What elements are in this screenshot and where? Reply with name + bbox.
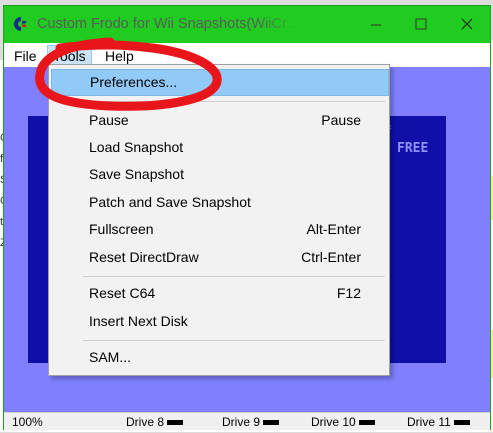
menu-item-shortcut: Pause xyxy=(321,112,361,128)
drive-led-icon xyxy=(167,420,184,426)
menu-help[interactable]: Help xyxy=(100,46,139,66)
commodore-logo-icon xyxy=(14,17,27,31)
menu-item-reset-c64[interactable]: Reset C64 F12 xyxy=(51,281,387,306)
menu-item-label: Save Snapshot xyxy=(89,166,184,182)
menu-item-label: Reset C64 xyxy=(89,285,156,301)
tools-dropdown-menu: Preferences... Pause Pause Load Snapshot… xyxy=(48,64,390,376)
menu-item-shortcut: F12 xyxy=(336,285,361,301)
drive-led-icon xyxy=(358,420,375,426)
close-button[interactable] xyxy=(444,6,490,43)
menu-item-label: Insert Next Disk xyxy=(89,313,188,329)
drive-9-status: Drive 9 xyxy=(222,415,280,429)
drive-led-icon xyxy=(453,420,470,426)
menu-item-sam[interactable]: SAM... xyxy=(51,345,387,370)
menu-item-pause[interactable]: Pause Pause xyxy=(51,108,387,133)
menu-item-load-snapshot[interactable]: Load Snapshot xyxy=(51,135,387,160)
menu-item-label: SAM... xyxy=(89,349,132,365)
status-bar: 100% Drive 8 Drive 9 Drive 10 Drive 11 xyxy=(4,412,490,430)
close-icon xyxy=(461,18,473,30)
drive-9-label: Drive 9 xyxy=(222,415,261,429)
menu-item-label: Patch and Save Snapshot xyxy=(89,194,251,210)
drive-10-status: Drive 10 xyxy=(311,415,375,429)
menu-separator xyxy=(83,101,385,102)
menu-separator xyxy=(83,276,385,277)
menu-item-label: Fullscreen xyxy=(89,221,154,237)
drive-led-icon xyxy=(263,420,280,426)
menu-item-label: Pause xyxy=(89,112,129,128)
drive-8-status: Drive 8 xyxy=(126,415,184,429)
menu-item-label: Reset DirectDraw xyxy=(89,249,199,265)
drive-11-status: Drive 11 xyxy=(407,415,470,429)
drive-10-label: Drive 10 xyxy=(311,415,356,429)
drive-11-label: Drive 11 xyxy=(407,415,451,429)
menu-file[interactable]: File xyxy=(9,46,42,66)
title-bar[interactable]: Custom Frodo for Wii Snapshots(WiiCr... xyxy=(4,6,490,43)
menu-item-label: Load Snapshot xyxy=(89,139,184,155)
menu-item-shortcut: Alt-Enter xyxy=(306,221,361,237)
title-fade xyxy=(254,8,324,42)
drive-8-label: Drive 8 xyxy=(126,415,165,429)
maximize-icon xyxy=(415,18,427,30)
menu-item-preferences[interactable]: Preferences... xyxy=(51,69,389,96)
menu-item-label: Preferences... xyxy=(90,74,178,90)
menu-item-patch-and-save-snapshot[interactable]: Patch and Save Snapshot xyxy=(51,190,387,215)
menu-item-shortcut: Ctrl-Enter xyxy=(301,249,361,265)
maximize-button[interactable] xyxy=(398,6,444,43)
menu-item-save-snapshot[interactable]: Save Snapshot xyxy=(51,162,387,187)
minimize-button[interactable] xyxy=(353,6,399,43)
menu-item-insert-next-disk[interactable]: Insert Next Disk xyxy=(51,309,387,334)
menu-item-reset-directdraw[interactable]: Reset DirectDraw Ctrl-Enter xyxy=(51,245,387,270)
menu-item-fullscreen[interactable]: Fullscreen Alt-Enter xyxy=(51,217,387,242)
minimize-icon xyxy=(371,24,381,26)
emulator-screen-text: FREE xyxy=(397,141,429,156)
zoom-level: 100% xyxy=(12,415,43,429)
menu-separator xyxy=(83,340,385,341)
